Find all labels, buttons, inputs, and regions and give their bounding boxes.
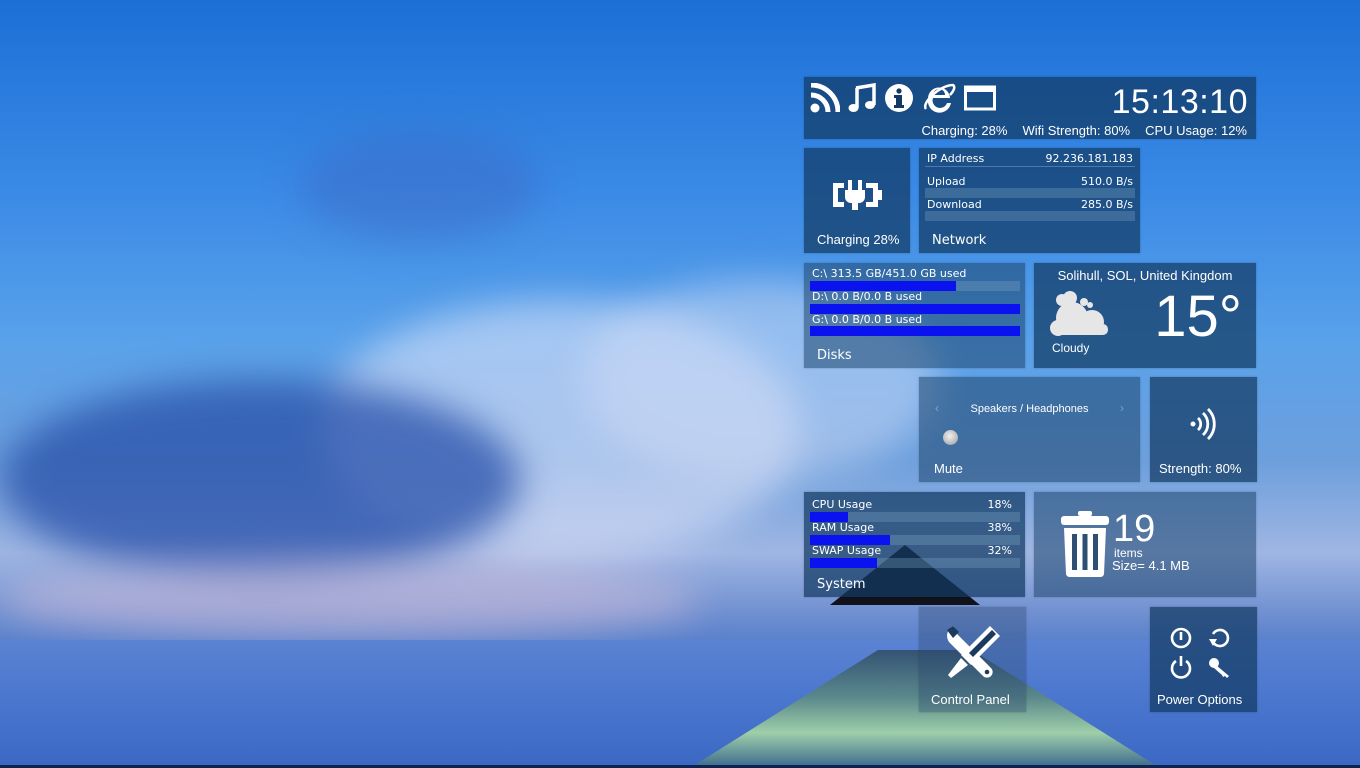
audio-device-name: Speakers / Headphones — [970, 403, 1089, 415]
shutdown-icon[interactable] — [1170, 627, 1192, 654]
tools-icon — [945, 624, 1003, 685]
divider — [925, 166, 1135, 167]
charging-status: Charging: 28% — [921, 123, 1008, 138]
next-device-button[interactable]: › — [1120, 401, 1124, 415]
system-title: System — [817, 577, 866, 592]
wifi-signal-icon — [1190, 407, 1216, 446]
weather-condition: Cloudy — [1052, 341, 1090, 355]
swap-usage-bar-fill — [810, 558, 878, 568]
upload-bar — [925, 188, 1135, 198]
power-icon[interactable] — [1170, 655, 1192, 684]
download-label: Download — [927, 198, 982, 211]
recycle-size: Size= 4.1 MB — [1112, 558, 1190, 573]
top-bar-widget: 15:13:10 Charging: 28% Wifi Strength: 80… — [804, 77, 1256, 139]
ram-usage-value: 38% — [987, 521, 1012, 534]
ip-address-label: IP Address — [927, 152, 985, 165]
upload-label: Upload — [927, 175, 966, 188]
volume-slider-knob[interactable] — [943, 430, 958, 445]
upload-row: Upload 510.0 B/s — [925, 175, 1135, 188]
wallpaper-cloud — [0, 380, 520, 580]
clock: 15:13:10 — [1111, 83, 1248, 121]
weather-location: Solihull, SOL, United Kingdom — [1057, 268, 1233, 283]
audio-tile: ‹ Speakers / Headphones › Mute — [919, 377, 1140, 482]
swap-usage-value: 32% — [987, 544, 1012, 557]
swap-usage-bar — [810, 558, 1020, 568]
network-title: Network — [932, 233, 987, 248]
weather-tile[interactable]: Solihull, SOL, United Kingdom 15° Cloudy — [1034, 263, 1256, 368]
download-value: 285.0 B/s — [1081, 198, 1133, 211]
disk-c-label: C:\ 313.5 GB/451.0 GB used — [812, 267, 967, 280]
ram-usage-label: RAM Usage — [812, 521, 874, 534]
cpu-status: CPU Usage: 12% — [1145, 123, 1247, 138]
window-icon[interactable] — [964, 83, 996, 113]
weather-temperature: 15° — [1154, 284, 1242, 349]
ip-address-value: 92.236.181.183 — [1045, 152, 1133, 165]
battery-tile[interactable]: Charging 28% — [804, 148, 910, 253]
lock-key-icon[interactable] — [1208, 657, 1232, 684]
control-panel-label: Control Panel — [931, 692, 1010, 707]
upload-value: 510.0 B/s — [1081, 175, 1133, 188]
disk-d-label: D:\ 0.0 B/0.0 B used — [812, 290, 923, 303]
wifi-strength-label: Strength: 80% — [1159, 461, 1242, 476]
mute-button[interactable]: Mute — [934, 461, 963, 476]
wifi-tile[interactable]: Strength: 80% — [1150, 377, 1257, 482]
wallpaper-cloud — [0, 560, 700, 640]
music-icon[interactable] — [848, 83, 876, 113]
cpu-usage-row: CPU Usage 18% — [812, 498, 1012, 511]
power-options-tile: Power Options — [1150, 607, 1257, 712]
recycle-bin-tile[interactable]: 19 items Size= 4.1 MB — [1034, 492, 1256, 597]
battery-charging-icon — [830, 178, 884, 217]
ram-usage-row: RAM Usage 38% — [812, 521, 1012, 534]
rss-icon[interactable] — [810, 83, 840, 113]
recycle-item-count: 19 — [1113, 508, 1156, 550]
network-tile: IP Address 92.236.181.183 Upload 510.0 B… — [919, 148, 1140, 253]
disk-g-bar — [810, 326, 1020, 336]
system-tile: CPU Usage 18% RAM Usage 38% SWAP Usage 3… — [804, 492, 1025, 597]
status-summary: Charging: 28% Wifi Strength: 80% CPU Usa… — [921, 123, 1247, 138]
swap-usage-row: SWAP Usage 32% — [812, 544, 1012, 557]
download-row: Download 285.0 B/s — [925, 198, 1135, 211]
download-bar — [925, 211, 1135, 221]
internet-explorer-icon[interactable] — [922, 83, 956, 113]
trash-icon — [1060, 510, 1110, 583]
disks-title: Disks — [817, 348, 852, 363]
wifi-status: Wifi Strength: 80% — [1022, 123, 1131, 138]
disks-tile: C:\ 313.5 GB/451.0 GB used D:\ 0.0 B/0.0… — [804, 263, 1025, 368]
swap-usage-label: SWAP Usage — [812, 544, 882, 557]
power-options-label: Power Options — [1157, 692, 1243, 707]
disk-g-label: G:\ 0.0 B/0.0 B used — [812, 313, 923, 326]
cpu-usage-value: 18% — [987, 498, 1012, 511]
wallpaper-cloud — [300, 130, 540, 240]
battery-label: Charging 28% — [817, 232, 900, 247]
quick-launch-icons — [810, 83, 996, 113]
control-panel-tile[interactable]: Control Panel — [919, 607, 1026, 712]
ip-address-row: IP Address 92.236.181.183 — [925, 152, 1135, 165]
info-icon[interactable] — [884, 83, 914, 113]
restart-icon[interactable] — [1208, 627, 1232, 654]
cloudy-icon — [1048, 290, 1112, 343]
disk-g-bar-fill — [810, 326, 1020, 336]
cpu-usage-label: CPU Usage — [812, 498, 873, 511]
